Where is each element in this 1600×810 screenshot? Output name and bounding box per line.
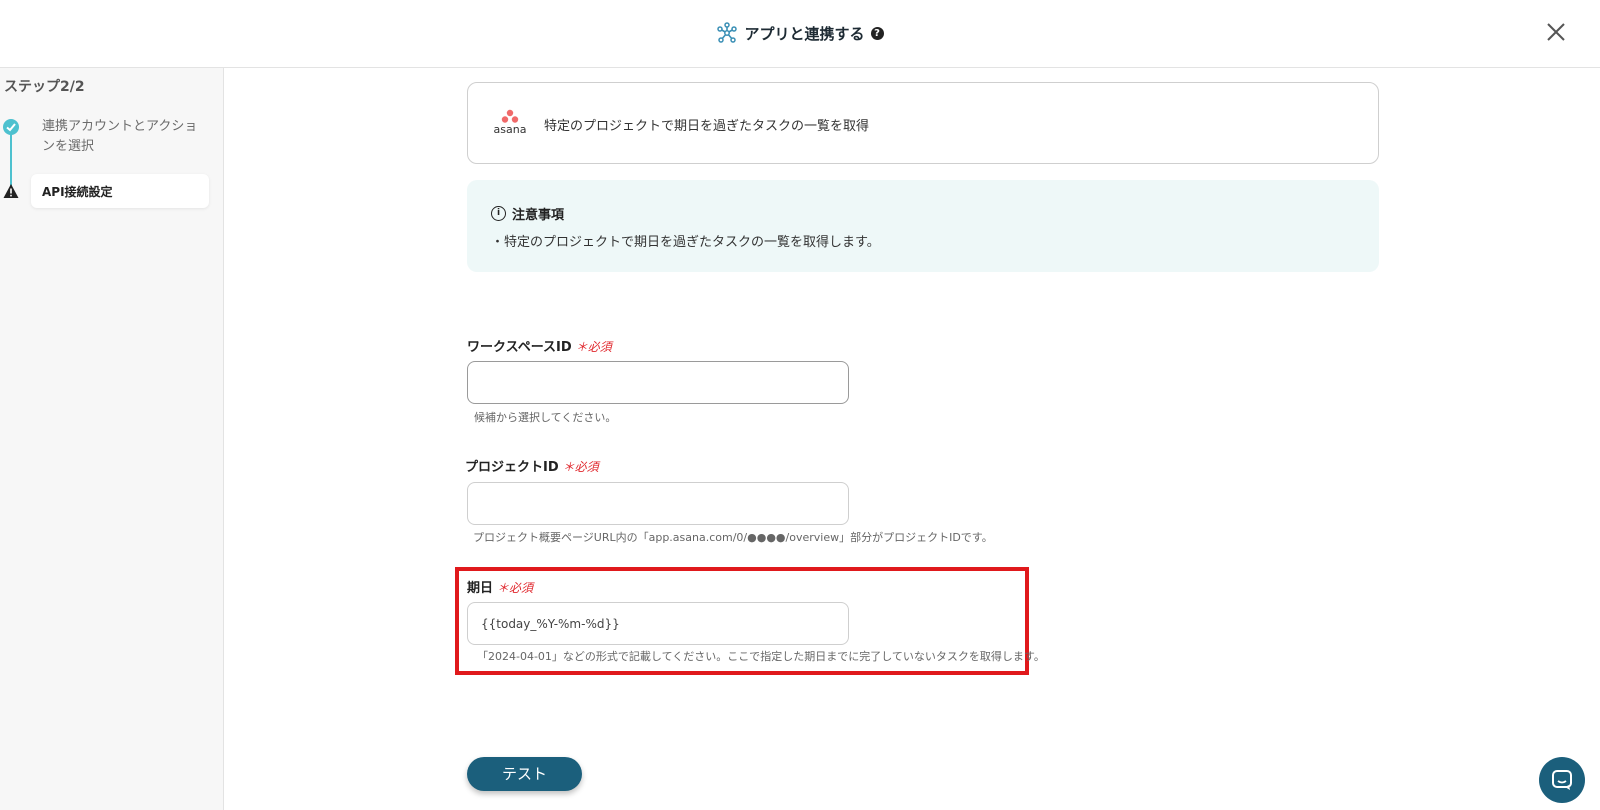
step-item-api-settings[interactable]: API接続設定: [31, 174, 209, 208]
required-mark: ＊必須: [575, 340, 612, 354]
due-date-label: 期日 ＊必須: [467, 577, 533, 596]
project-id-input[interactable]: [467, 482, 849, 525]
due-date-hint: 「2024-04-01」などの形式で記載してください。ここで指定した期日までに完…: [477, 650, 1045, 663]
project-id-hint: プロジェクト概要ページURL内の「app.asana.com/0/●●●●/ov…: [473, 531, 993, 544]
action-name: 特定のプロジェクトで期日を過ぎたタスクの一覧を取得: [544, 119, 870, 134]
close-icon[interactable]: [1544, 20, 1568, 44]
notice-box: i 注意事項 ・特定のプロジェクトで期日を過ぎたタスクの一覧を取得します。: [467, 180, 1379, 272]
modal-title: アプリと連携する: [744, 24, 865, 43]
check-circle-icon: [3, 119, 19, 135]
app-connect-icon: [717, 22, 738, 43]
required-mark: ＊必須: [497, 581, 534, 595]
modal-title-group: アプリと連携する ?: [0, 22, 1600, 44]
info-icon: i: [491, 206, 506, 221]
notice-body: ・特定のプロジェクトで期日を過ぎたタスクの一覧を取得します。: [491, 235, 880, 250]
step-sidebar: ステップ2/2 連携アカウントとアクションを選択 API接続設定: [0, 68, 224, 810]
field-label-text: 期日: [467, 581, 494, 596]
step-counter: ステップ2/2: [4, 79, 85, 95]
project-id-label: プロジェクトID ＊必須: [465, 456, 599, 475]
workspace-id-input[interactable]: [467, 361, 849, 404]
modal-header: アプリと連携する ?: [0, 0, 1600, 68]
warning-icon: [3, 184, 19, 198]
chat-icon: [1552, 770, 1572, 790]
workspace-id-label: ワークスペースID ＊必須: [467, 336, 612, 355]
test-button[interactable]: テスト: [467, 757, 582, 791]
notice-header: i 注意事項: [491, 204, 564, 223]
field-label-text: プロジェクトID: [465, 460, 559, 475]
asana-wordmark: asana: [493, 123, 527, 136]
question-circle-icon[interactable]: ?: [870, 26, 884, 40]
due-date-input[interactable]: {{today_%Y-%m-%d}}: [467, 602, 849, 645]
field-label-text: ワークスペースID: [467, 340, 572, 355]
workspace-id-hint: 候補から選択してください。: [474, 411, 617, 424]
notice-title: 注意事項: [512, 208, 565, 223]
app-action-card: asana 特定のプロジェクトで期日を過ぎたタスクの一覧を取得: [467, 82, 1379, 164]
step-item-label: API接続設定: [42, 185, 113, 199]
asana-logo: asana: [490, 109, 530, 139]
step-item-account-action[interactable]: 連携アカウントとアクションを選択: [42, 117, 202, 157]
chat-button[interactable]: [1539, 757, 1585, 803]
required-mark: ＊必須: [562, 460, 599, 474]
asana-dots-icon: [501, 109, 519, 123]
